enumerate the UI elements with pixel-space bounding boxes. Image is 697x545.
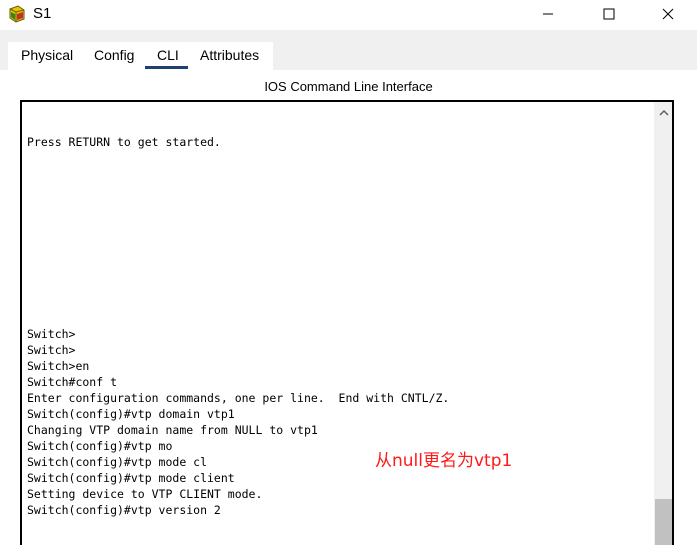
console-line: Switch>en — [27, 359, 90, 373]
scroll-up-button[interactable] — [654, 104, 672, 122]
tab-attributes[interactable]: Attributes — [200, 47, 259, 63]
close-button[interactable] — [645, 0, 691, 28]
switch-icon — [7, 4, 27, 24]
annotation-note: 从null更名为vtp1 — [375, 451, 513, 471]
console-line: Switch(config)#vtp mode client — [27, 471, 235, 485]
minimize-button[interactable] — [525, 0, 571, 28]
maximize-icon — [603, 8, 615, 20]
console-line: Changing VTP domain name from NULL to vt… — [27, 423, 318, 437]
console-line: Enter configuration commands, one per li… — [27, 391, 450, 405]
active-tab-indicator — [145, 66, 188, 69]
chevron-up-icon — [659, 109, 669, 116]
console-line: Switch#conf t — [27, 375, 118, 389]
console-line: Switch> — [27, 343, 76, 357]
console-output[interactable]: Press RETURN to get started. Switch> Switc… — [27, 102, 647, 542]
tab-config[interactable]: Config — [94, 47, 134, 63]
console-line: Switch(config)#vtp mode cl — [27, 455, 208, 469]
panel-title: IOS Command Line Interface — [264, 79, 433, 94]
scroll-thumb[interactable] — [655, 499, 672, 545]
cli-panel: IOS Command Line Interface Press RETURN … — [0, 70, 697, 545]
minimize-icon — [543, 13, 553, 15]
console-line: Switch> — [27, 327, 76, 341]
console-scrollbar[interactable] — [654, 102, 672, 545]
console-line: Switch(config)#vtp mo — [27, 439, 173, 453]
window-title: S1 — [33, 5, 52, 22]
tab-cli[interactable]: CLI — [157, 47, 179, 63]
tab-bar: Physical Config CLI Attributes — [0, 30, 697, 70]
console-line: Switch(config)#vtp domain vtp1 — [27, 407, 235, 421]
cli-console[interactable]: Press RETURN to get started. Switch> Switc… — [20, 100, 674, 545]
close-icon — [662, 8, 674, 20]
console-line: Press RETURN to get started. — [27, 135, 221, 149]
console-line: Setting device to VTP CLIENT mode. — [27, 487, 263, 501]
tab-physical[interactable]: Physical — [21, 47, 73, 63]
title-bar: S1 — [0, 0, 697, 30]
maximize-button[interactable] — [586, 0, 632, 28]
console-line: Switch(config)#vtp version 2 — [27, 503, 221, 517]
